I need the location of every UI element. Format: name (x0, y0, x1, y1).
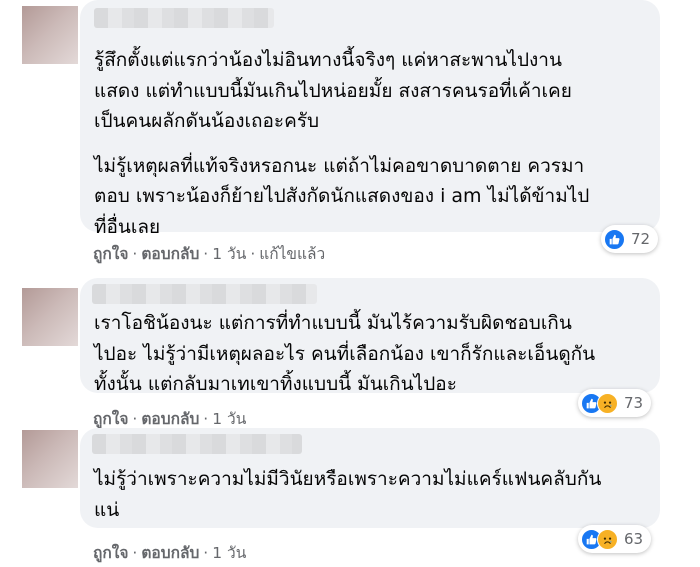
avatar[interactable] (22, 288, 78, 346)
comment-actions: ถูกใจ · ตอบกลับ · 1 วัน · แก้ไขแล้ว (93, 241, 325, 266)
separator: · (132, 410, 138, 428)
sad-icon (597, 528, 618, 550)
timestamp[interactable]: 1 วัน (212, 410, 246, 428)
sad-icon (597, 392, 618, 414)
comment-2: เราโอชิน้องนะ แต่การที่ทำแบบนี้ มันไร้คว… (0, 278, 700, 428)
comment-bubble: รู้สึกตั้งแต่แรกว่าน้องไม่อินทางนี้จริงๆ… (80, 0, 660, 238)
comment-1: รู้สึกตั้งแต่แรกว่าน้องไม่อินทางนี้จริงๆ… (0, 0, 700, 270)
author-name-blurred[interactable] (92, 284, 317, 304)
reply-link[interactable]: ตอบกลับ (141, 410, 199, 428)
comment-bubble: เราโอชิน้องนะ แต่การที่ทำแบบนี้ มันไร้คว… (80, 278, 660, 395)
separator: · (250, 245, 256, 263)
comment-text: เราโอชิน้องนะ แต่การที่ทำแบบนี้ มันไร้คว… (94, 308, 654, 400)
comment-text: ไม่รู้ว่าเพราะความไม่มีวินัยหรือเพราะควา… (94, 464, 654, 525)
reaction-summary[interactable]: 72 (601, 225, 659, 253)
timestamp[interactable]: 1 วัน (212, 245, 246, 263)
text-line: แสดง แต่ทำแบบนี้มันเกินไปหน่อยมั้ย สงสาร… (94, 79, 572, 102)
paragraph: ไม่รู้เหตุผลที่แท้จริงหรอกนะ แต่ถ้าไม่คอ… (94, 151, 654, 243)
reaction-summary[interactable]: 63 (578, 525, 652, 553)
text-line: ที่อื่นเลย (94, 215, 161, 238)
text-line: รู้สึกตั้งแต่แรกว่าน้องไม่อินทางนี้จริงๆ… (94, 49, 562, 71)
text-line: ไม่รู้ว่าเพราะความไม่มีวินัยหรือเพราะควา… (94, 468, 602, 490)
author-name-blurred[interactable] (92, 434, 302, 454)
reaction-summary[interactable]: 73 (578, 389, 652, 417)
text-line: ตอบ เพราะน้องก็ย้ายไปสังกัดนักแสดงของ i … (94, 185, 590, 207)
separator: · (132, 245, 138, 263)
text-line: ทั้งนั้น แต่กลับมาเทเขาทิ้งแบบนี้ มันเกิ… (94, 373, 457, 395)
like-icon (604, 228, 625, 250)
like-link[interactable]: ถูกใจ (93, 410, 128, 428)
avatar[interactable] (22, 6, 78, 64)
text-line: ไม่รู้เหตุผลที่แท้จริงหรอกนะ แต่ถ้าไม่คอ… (94, 154, 585, 177)
text-line: เราโอชิน้องนะ แต่การที่ทำแบบนี้ มันไร้คว… (94, 312, 572, 334)
comment-3: ไม่รู้ว่าเพราะความไม่มีวินัยหรือเพราะควา… (0, 428, 700, 567)
comment-actions: ถูกใจ · ตอบกลับ · 1 วัน (93, 540, 246, 565)
edited-label[interactable]: แก้ไขแล้ว (259, 245, 325, 263)
like-link[interactable]: ถูกใจ (93, 245, 128, 263)
author-name-blurred[interactable] (94, 8, 274, 28)
like-link[interactable]: ถูกใจ (93, 544, 128, 562)
text-line: เป็นคนผลักดันน้องเถอะครับ (94, 110, 320, 132)
reaction-count: 72 (631, 230, 651, 248)
avatar[interactable] (22, 430, 78, 488)
text-line: ไปอะ ไม่รู้ว่ามีเหตุผลอะไร คนที่เลือกน้อ… (94, 342, 596, 365)
reply-link[interactable]: ตอบกลับ (141, 544, 199, 562)
separator: · (132, 544, 138, 562)
reaction-count: 73 (624, 394, 644, 412)
separator: · (203, 544, 209, 562)
comment-bubble: ไม่รู้ว่าเพราะความไม่มีวินัยหรือเพราะควา… (80, 428, 660, 528)
reply-link[interactable]: ตอบกลับ (141, 245, 199, 263)
comment-text: รู้สึกตั้งแต่แรกว่าน้องไม่อินทางนี้จริงๆ… (94, 45, 654, 242)
timestamp[interactable]: 1 วัน (212, 544, 246, 562)
paragraph: รู้สึกตั้งแต่แรกว่าน้องไม่อินทางนี้จริงๆ… (94, 45, 654, 137)
text-line: แน่ (94, 498, 120, 521)
separator: · (203, 410, 209, 428)
separator: · (203, 245, 209, 263)
reaction-count: 63 (624, 530, 644, 548)
